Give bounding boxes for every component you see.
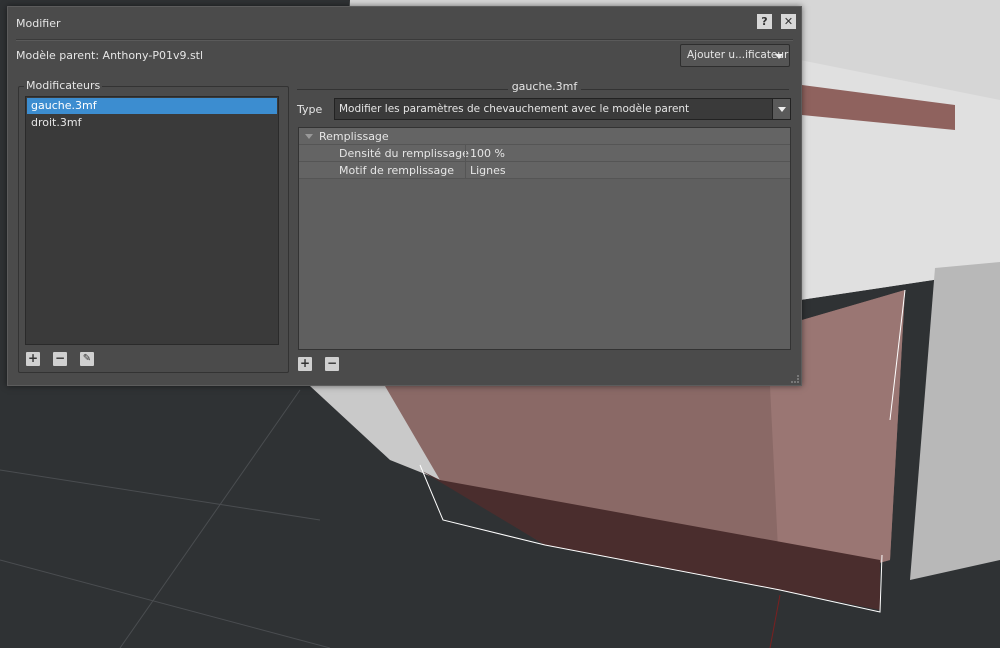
type-label: Type [297, 103, 323, 116]
category-row[interactable]: Remplissage [299, 128, 790, 145]
setting-key: Densité du remplissage [339, 147, 469, 160]
chevron-down-icon [778, 107, 786, 112]
add-setting-icon[interactable]: + [298, 357, 312, 371]
dialog-title: Modifier [16, 17, 61, 30]
category-label: Remplissage [319, 130, 389, 143]
chevron-down-icon [775, 54, 783, 59]
setting-value[interactable]: Lignes [465, 162, 506, 179]
modifiers-list[interactable]: gauche.3mf droit.3mf [25, 96, 279, 345]
remove-icon[interactable]: − [53, 352, 67, 366]
list-item[interactable]: gauche.3mf [27, 98, 277, 114]
type-select[interactable]: Modifier les paramètres de chevauchement… [334, 98, 791, 120]
resize-grip-icon[interactable] [791, 375, 799, 383]
add-icon[interactable]: + [26, 352, 40, 366]
add-modifier-dropdown[interactable]: Ajouter u...ificateur [680, 44, 790, 67]
setting-value[interactable]: 100 % [465, 145, 505, 162]
collapse-triangle-icon[interactable] [305, 134, 313, 143]
setting-key: Motif de remplissage [339, 164, 455, 177]
setting-row[interactable]: Densité du remplissage 100 % [299, 145, 790, 162]
settings-tree: Remplissage Densité du remplissage 100 % … [298, 127, 791, 350]
setting-row[interactable]: Motif de remplissage Lignes [299, 162, 790, 179]
list-item[interactable]: droit.3mf [27, 115, 277, 131]
type-value: Modifier les paramètres de chevauchement… [339, 103, 690, 115]
parent-model-label: Modèle parent: Anthony-P01v9.stl [16, 49, 204, 62]
edit-pencil-icon[interactable]: ✎ [80, 352, 94, 366]
modifier-dialog: Modifier ? ✕ Modèle parent: Anthony-P01v… [7, 6, 802, 386]
help-button[interactable]: ? [757, 14, 772, 29]
details-title: gauche.3mf [507, 80, 582, 93]
remove-setting-icon[interactable]: − [325, 357, 339, 371]
title-divider [16, 39, 793, 41]
add-modifier-label: Ajouter u...ificateur [687, 49, 789, 61]
close-button[interactable]: ✕ [781, 14, 796, 29]
